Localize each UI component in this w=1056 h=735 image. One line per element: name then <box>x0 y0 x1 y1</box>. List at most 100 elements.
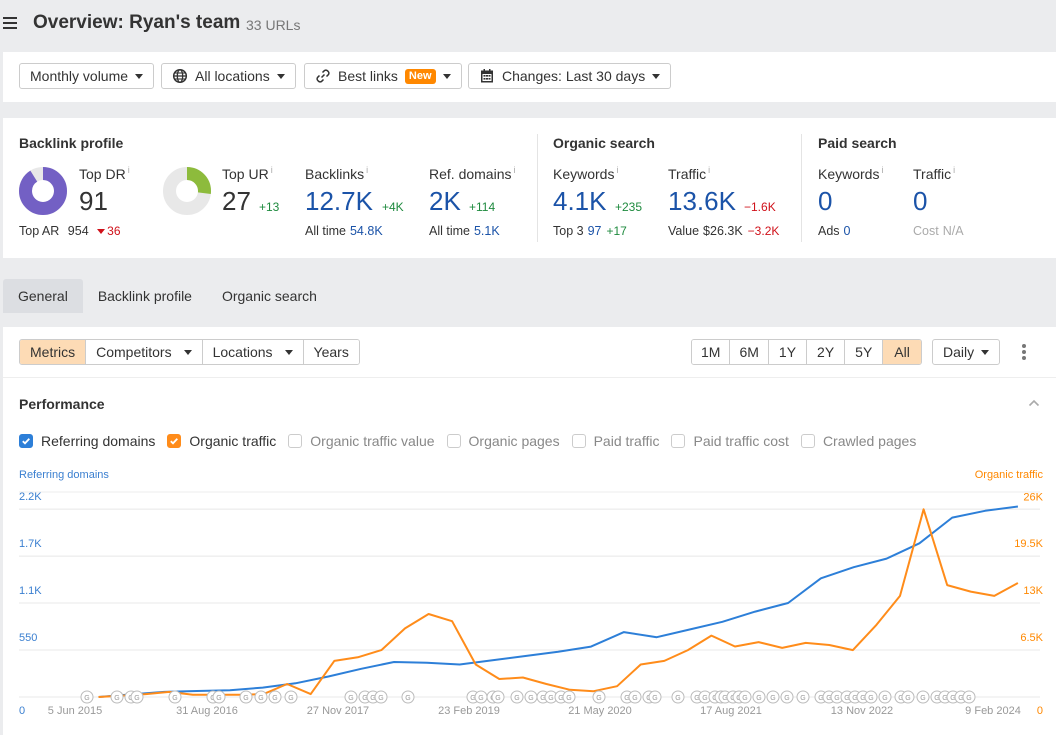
caret-down-icon <box>442 73 451 79</box>
top-dr-value: 91 <box>79 186 108 216</box>
checkbox-label: Referring domains <box>41 433 156 449</box>
tab-organic-search[interactable]: Organic search <box>207 279 332 313</box>
links-label: Best links <box>338 68 398 84</box>
link-icon <box>315 68 331 84</box>
checkbox-organic-traffic[interactable]: Organic traffic <box>167 433 276 449</box>
checkbox-paid-traffic-cost[interactable]: Paid traffic cost <box>671 433 789 449</box>
organic-traffic-value[interactable]: 13.6K <box>668 186 736 217</box>
checkbox-label: Organic traffic <box>189 433 277 449</box>
locations-mode-dropdown[interactable]: Locations <box>202 340 304 364</box>
caret-down-icon <box>981 349 990 355</box>
performance-chart[interactable]: 0 550 1.1K 1.7K 2.2K 0 6.5K 13K 19.5K 26K 5 Jun 20… <box>3 482 1056 735</box>
marker-label: G <box>882 695 887 702</box>
traffic-value-label: Value <box>668 224 700 238</box>
marker-label: G <box>784 695 789 702</box>
top-ur-label[interactable]: Top UR i <box>222 165 273 182</box>
info-icon[interactable]: i <box>366 165 368 175</box>
backlinks-label[interactable]: Backlinks i <box>305 165 368 182</box>
report-tabs: General Backlink profile Organic search <box>3 279 332 313</box>
locations-mode-label: Locations <box>212 344 273 360</box>
cost-label: Cost <box>913 224 939 238</box>
years-button[interactable]: Years <box>303 340 359 364</box>
tab-backlink-profile[interactable]: Backlink profile <box>83 279 207 313</box>
x-axis-tick: 23 Feb 2019 <box>438 705 500 717</box>
range-1m[interactable]: 1M <box>692 340 731 364</box>
right-axis-title: Organic traffic <box>974 469 1043 481</box>
checkbox-unchecked-icon <box>671 434 686 448</box>
menu-icon[interactable] <box>3 16 17 30</box>
checkbox-label: Paid traffic cost <box>693 433 789 449</box>
top-dr-label[interactable]: Top DR i <box>79 165 130 182</box>
marker-label: G <box>216 695 221 702</box>
caret-down-icon <box>276 73 285 79</box>
paid-traffic-label[interactable]: Traffic i <box>913 165 955 182</box>
ads: Ads 0 <box>818 224 851 238</box>
organic-traffic-label-text: Traffic <box>668 166 707 182</box>
chevron-up-icon[interactable] <box>1028 397 1040 409</box>
info-icon[interactable]: i <box>881 165 883 175</box>
all-time-value[interactable]: 54.8K <box>350 224 383 238</box>
backlinks-delta: +4K <box>382 200 404 214</box>
paid-keywords-label[interactable]: Keywords i <box>818 165 883 182</box>
volume-dropdown[interactable]: Monthly volume <box>19 63 155 89</box>
checkbox-organic-traffic-value[interactable]: Organic traffic value <box>288 433 435 449</box>
range-all[interactable]: All <box>883 340 921 364</box>
left-axis-title: Referring domains <box>19 469 109 481</box>
checkbox-label: Organic traffic value <box>310 433 435 449</box>
right-axis-tick: 0 <box>1037 705 1043 717</box>
changes-dropdown[interactable]: Changes: Last 30 days <box>468 63 672 89</box>
checkbox-organic-pages[interactable]: Organic pages <box>446 433 560 449</box>
marker-label: G <box>632 695 637 702</box>
tab-general[interactable]: General <box>3 279 83 313</box>
range-6m[interactable]: 6M <box>730 340 769 364</box>
range-1y[interactable]: 1Y <box>768 340 808 364</box>
checkbox-label: Organic pages <box>468 433 560 449</box>
info-icon[interactable]: i <box>616 165 618 175</box>
paid-traffic-label-text: Traffic <box>913 166 952 182</box>
caret-down-icon <box>284 349 293 355</box>
stats-panel: Backlink profile Top DR i 91 Top AR 954 3… <box>3 118 1056 258</box>
marker-label: G <box>514 695 519 702</box>
paid-keywords-value[interactable]: 0 <box>818 186 832 217</box>
referring-domains-line <box>98 505 1019 698</box>
all-time-value[interactable]: 5.1K <box>474 224 500 238</box>
marker-label: G <box>243 695 248 702</box>
ref-domains-value[interactable]: 2K <box>429 186 461 217</box>
checkbox-crawled-pages[interactable]: Crawled pages <box>800 433 916 449</box>
cost: Cost N/A <box>913 224 964 238</box>
x-axis-tick: 5 Jun 2015 <box>48 705 102 717</box>
checkbox-referring-domains[interactable]: Referring domains <box>19 433 155 449</box>
metrics-button[interactable]: Metrics <box>20 340 87 364</box>
all-time-label: All time <box>429 224 470 238</box>
info-icon[interactable]: i <box>513 165 515 175</box>
info-icon[interactable]: i <box>271 165 273 175</box>
links-dropdown[interactable]: Best links New <box>304 63 462 89</box>
volume-label: Monthly volume <box>30 68 129 84</box>
range-5y[interactable]: 5Y <box>845 340 884 364</box>
checkbox-paid-traffic[interactable]: Paid traffic <box>571 433 659 449</box>
granularity-dropdown[interactable]: Daily <box>932 339 1001 365</box>
marker-label: G <box>770 695 775 702</box>
ads-value[interactable]: 0 <box>844 224 851 238</box>
left-axis-tick: 0 <box>19 705 25 717</box>
organic-traffic-label[interactable]: Traffic i <box>668 165 710 182</box>
info-icon[interactable]: i <box>128 165 130 175</box>
top-ur-donut <box>163 167 211 215</box>
marker-label: G <box>834 695 839 702</box>
marker-label: G <box>114 695 119 702</box>
paid-traffic-value[interactable]: 0 <box>913 186 927 217</box>
competitors-dropdown[interactable]: Competitors <box>86 340 203 364</box>
top-dr-arc <box>19 167 67 215</box>
locations-dropdown[interactable]: All locations <box>161 63 296 89</box>
backlinks-value[interactable]: 12.7K <box>305 186 373 217</box>
more-options-icon[interactable] <box>1021 344 1027 360</box>
info-icon[interactable]: i <box>953 165 955 175</box>
ref-domains-label[interactable]: Ref. domains i <box>429 165 515 182</box>
organic-keywords-label[interactable]: Keywords i <box>553 165 618 182</box>
competitors-label: Competitors <box>96 344 172 360</box>
organic-keywords-value[interactable]: 4.1K <box>553 186 607 217</box>
info-icon[interactable]: i <box>708 165 710 175</box>
top3-value[interactable]: 97 <box>588 224 602 238</box>
marker-label: G <box>800 695 805 702</box>
range-2y[interactable]: 2Y <box>807 340 846 364</box>
